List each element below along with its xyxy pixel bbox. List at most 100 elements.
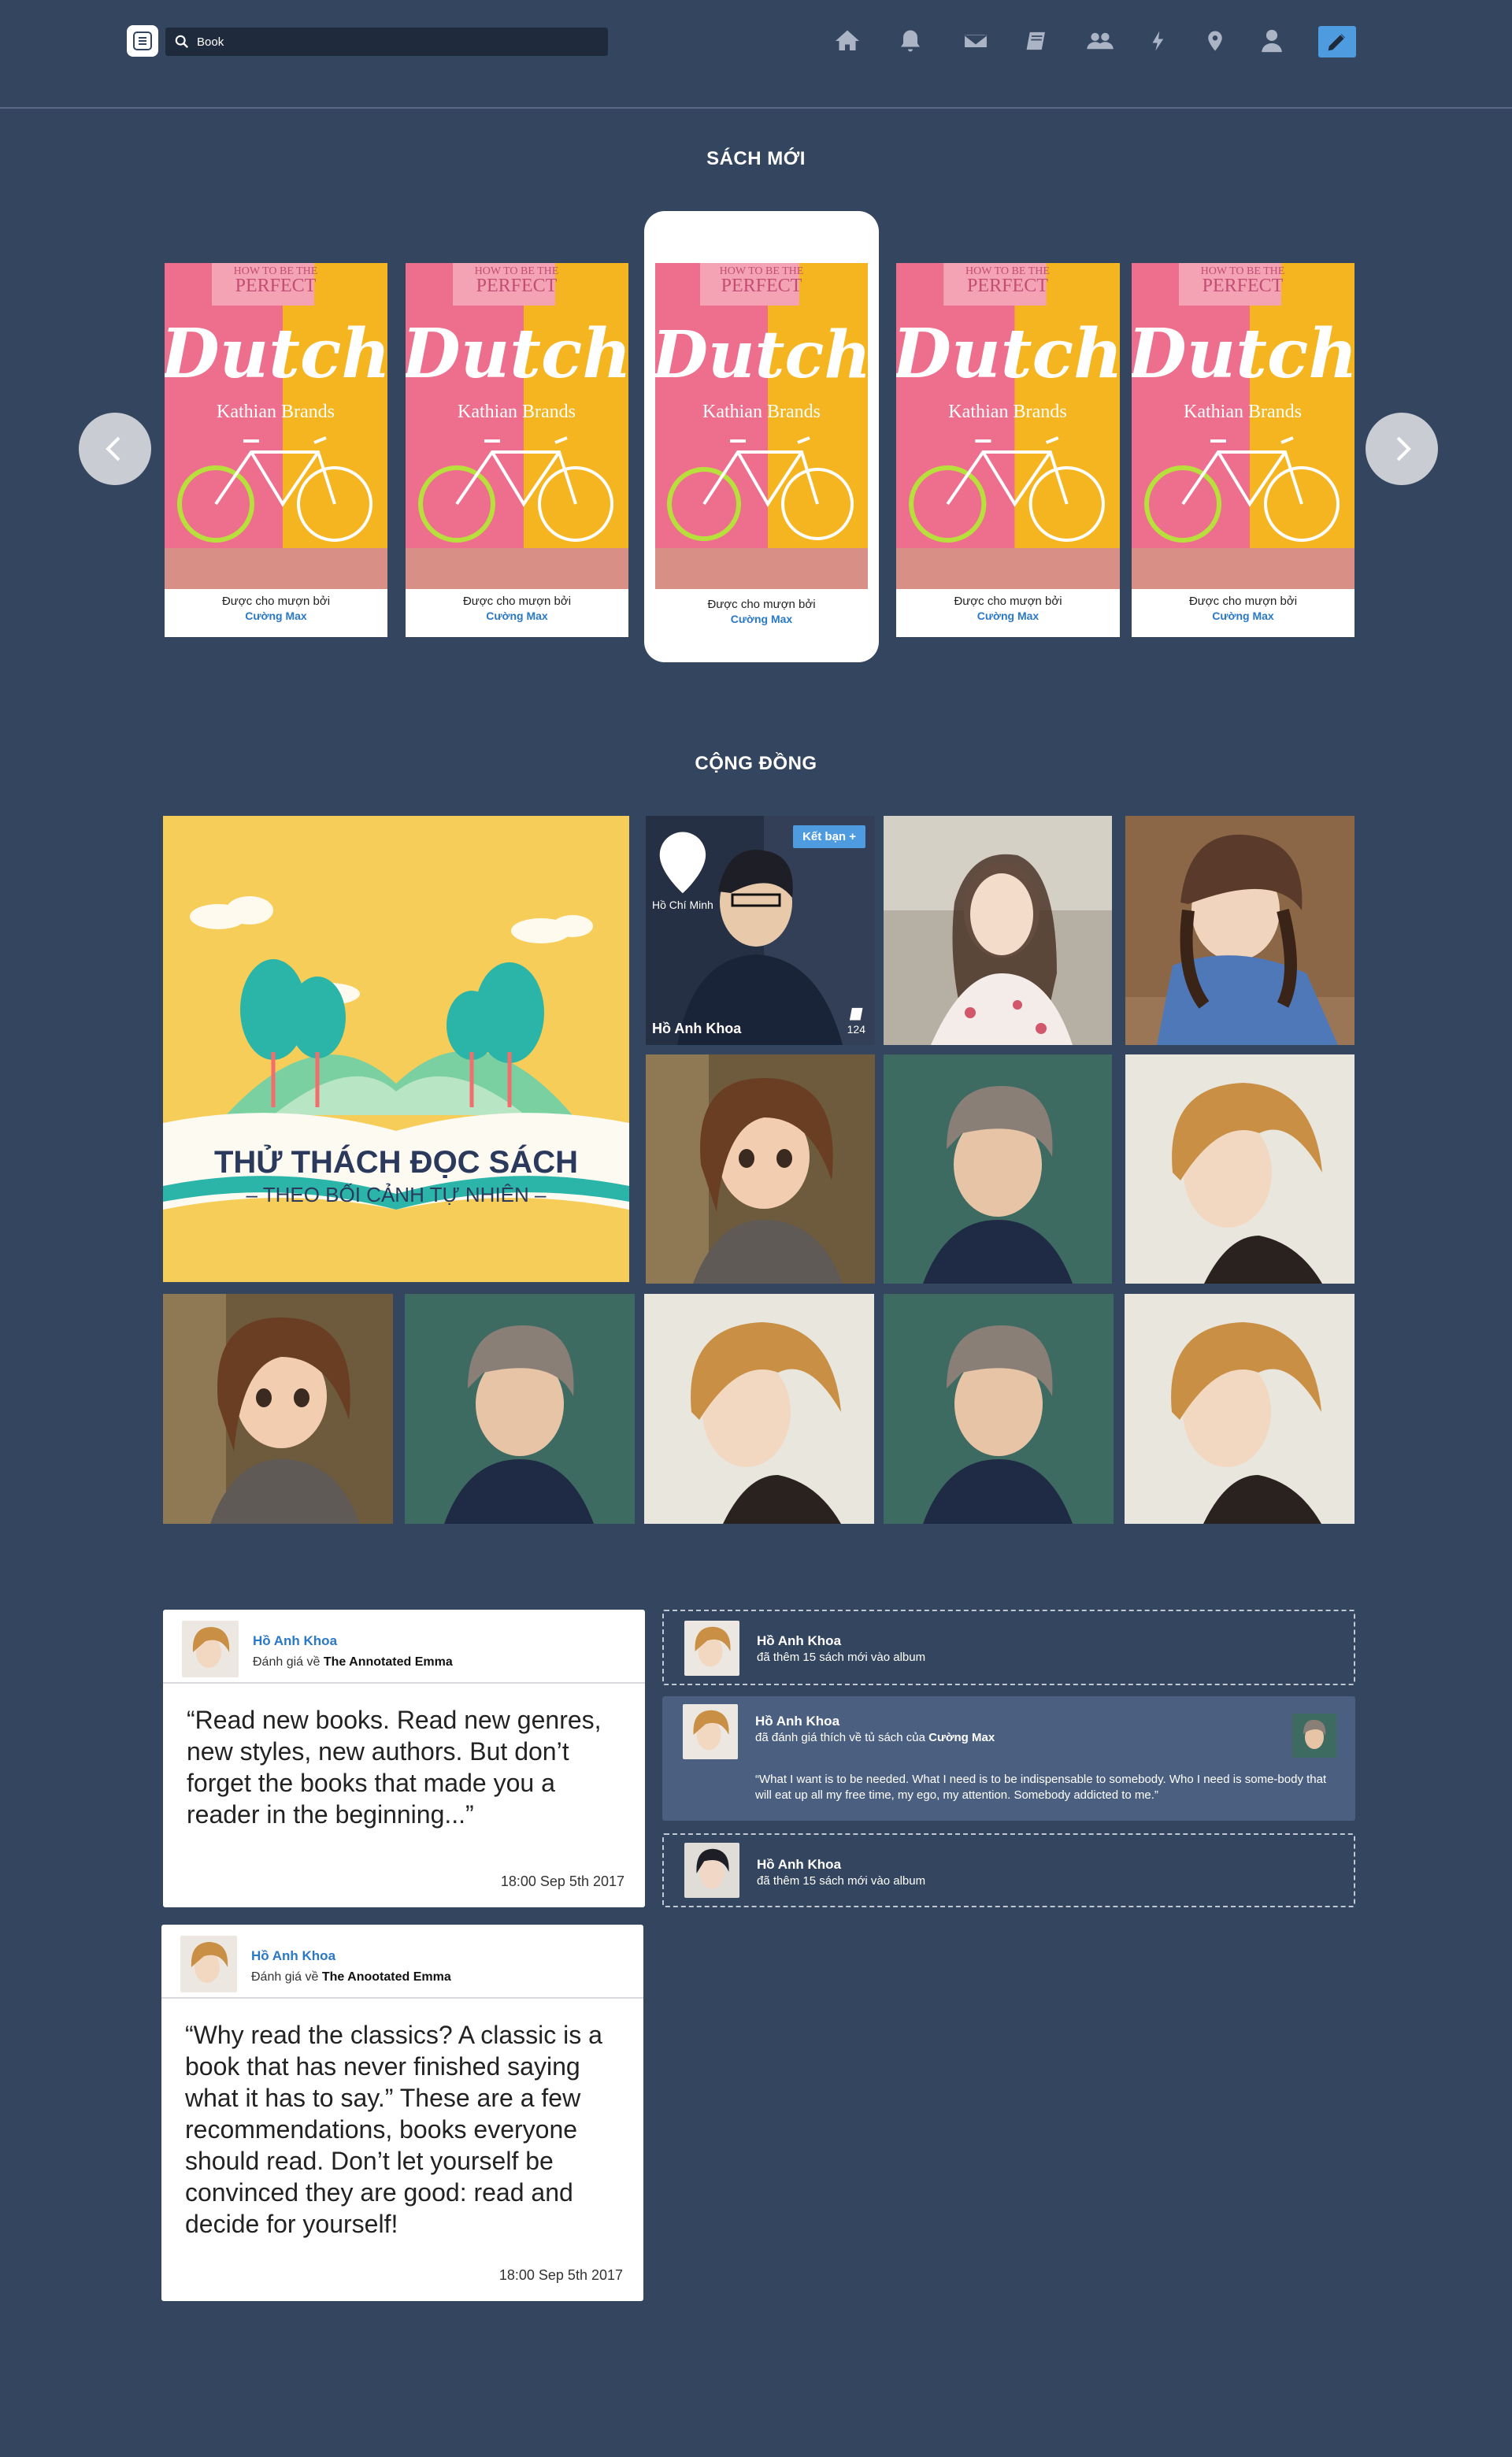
nav-notifications[interactable]: [896, 24, 925, 58]
logo-icon: [133, 32, 152, 50]
cover-title: Dutch: [406, 314, 628, 394]
member-photo-tile[interactable]: [1125, 816, 1354, 1045]
new-books-title: SÁCH MỚI: [706, 148, 806, 169]
cover-word: PERFECT: [235, 276, 317, 296]
member-photo-tile[interactable]: [646, 1054, 875, 1284]
nav-location[interactable]: [1203, 24, 1227, 58]
activity-item[interactable]: Hồ Anh Khoa đã thêm 15 sách mới vào albu…: [662, 1833, 1355, 1907]
book-cover: HOW TO BE THE PERFECT Dutch Kathian Bran…: [896, 263, 1120, 589]
member-photo-tile[interactable]: [884, 1294, 1114, 1524]
book-cover: HOW TO BE THE PERFECT Dutch Kathian Bran…: [406, 263, 628, 589]
target-avatar[interactable]: [1292, 1714, 1336, 1758]
cover-title: Dutch: [165, 314, 387, 394]
cover-author: Kathian Brands: [702, 402, 821, 422]
member-photo-tile[interactable]: [884, 816, 1112, 1045]
carousel-next-button[interactable]: [1366, 413, 1438, 485]
search-icon: [175, 35, 189, 49]
chevron-left-icon: [106, 436, 120, 461]
cover-author: Kathian Brands: [948, 402, 1066, 422]
add-friend-button[interactable]: Kết bạn +: [793, 825, 865, 848]
book-icon: [849, 1007, 863, 1021]
lender-link[interactable]: Cường Max: [165, 609, 387, 624]
nav-write[interactable]: [1318, 26, 1356, 57]
cover-word: PERFECT: [1203, 276, 1284, 296]
avatar[interactable]: [684, 1621, 739, 1676]
member-book-count: 124: [847, 1005, 865, 1036]
avatar[interactable]: [182, 1621, 239, 1677]
user-icon: [1262, 29, 1282, 53]
chevron-right-icon: [1396, 436, 1411, 461]
review-card-header: Hồ Anh Khoa Đánh giá về The Anootated Em…: [161, 1925, 643, 1999]
activity-user-name[interactable]: Hồ Anh Khoa: [757, 1633, 841, 1649]
review-card-header: Hồ Anh Khoa Đánh giá về The Annotated Em…: [163, 1610, 645, 1684]
member-photo-tile[interactable]: [405, 1294, 635, 1524]
lender-link[interactable]: Cường Max: [896, 609, 1120, 624]
book-card-featured[interactable]: HOW TO BE THE PERFECT Dutch Kathian Bran…: [644, 211, 879, 662]
avatar[interactable]: [684, 1843, 739, 1898]
review-card[interactable]: Hồ Anh Khoa Đánh giá về The Anootated Em…: [161, 1925, 643, 2301]
activity-item-highlighted[interactable]: Hồ Anh Khoa đã đánh giá thích về tủ sách…: [662, 1696, 1355, 1821]
avatar[interactable]: [180, 1936, 237, 1992]
activity-quote: “What I want is to be needed. What I nee…: [755, 1773, 1327, 1802]
challenge-illustration: [163, 816, 629, 1282]
lender-link[interactable]: Cường Max: [406, 609, 628, 624]
member-photo-tile[interactable]: [1125, 1054, 1354, 1284]
avatar[interactable]: [683, 1704, 738, 1759]
cover-title: Dutch: [896, 314, 1120, 394]
activity-text: đã thêm 15 sách mới vào album: [757, 1874, 926, 1888]
book-cover: HOW TO BE THE PERFECT Dutch Kathian Bran…: [165, 263, 387, 589]
reviewer-name[interactable]: Hồ Anh Khoa: [251, 1948, 335, 1964]
nav-library[interactable]: [1021, 24, 1052, 58]
activity-item[interactable]: Hồ Anh Khoa đã thêm 15 sách mới vào albu…: [662, 1610, 1355, 1685]
carousel-prev-button[interactable]: [79, 413, 151, 485]
group-icon: [1087, 32, 1114, 50]
community-title: CỘNG ĐỒNG: [695, 753, 817, 774]
review-timestamp: 18:00 Sep 5th 2017: [498, 2267, 623, 2283]
cover-title: Dutch: [655, 317, 868, 393]
member-photo-tile[interactable]: [644, 1294, 874, 1524]
activity-text: đã đánh giá thích về tủ sách của Cường M…: [755, 1731, 995, 1744]
review-card[interactable]: Hồ Anh Khoa Đánh giá về The Annotated Em…: [163, 1610, 645, 1907]
nav-activity[interactable]: [1147, 24, 1170, 58]
cover-word: PERFECT: [967, 276, 1048, 296]
challenge-title: THỬ THÁCH ĐỌC SÁCH: [213, 1145, 579, 1180]
member-photo-tile[interactable]: [884, 1054, 1112, 1284]
lender-link[interactable]: Cường Max: [1132, 609, 1354, 624]
nav-groups[interactable]: [1082, 24, 1118, 58]
member-photo-tile[interactable]: [163, 1294, 393, 1524]
nav-profile[interactable]: [1258, 24, 1285, 58]
book-card[interactable]: HOW TO BE THE PERFECT Dutch Kathian Bran…: [1132, 263, 1354, 637]
activity-user-name[interactable]: Hồ Anh Khoa: [755, 1714, 839, 1729]
nav-home[interactable]: [830, 24, 865, 58]
reviewer-name[interactable]: Hồ Anh Khoa: [253, 1633, 337, 1649]
book-link[interactable]: The Annotated Emma: [324, 1655, 453, 1669]
book-cover: HOW TO BE THE PERFECT Dutch Kathian Bran…: [655, 263, 868, 589]
book-card[interactable]: HOW TO BE THE PERFECT Dutch Kathian Bran…: [406, 263, 628, 637]
app-logo[interactable]: [127, 25, 158, 57]
book-caption: Được cho mượn bởi Cường Max: [896, 594, 1120, 624]
activity-text: đã thêm 15 sách mới vào album: [757, 1651, 926, 1664]
top-navigation-bar: [0, 0, 1512, 109]
challenge-subtitle: – THEO BỐI CẢNH TỰ NHIÊN –: [246, 1183, 547, 1206]
lender-link[interactable]: Cường Max: [644, 612, 879, 627]
book-caption: Được cho mượn bởi Cường Max: [406, 594, 628, 624]
mail-icon: [962, 32, 989, 50]
book-card[interactable]: HOW TO BE THE PERFECT Dutch Kathian Bran…: [896, 263, 1120, 637]
member-name[interactable]: Hồ Anh Khoa: [652, 1021, 741, 1037]
reading-challenge-banner[interactable]: THỬ THÁCH ĐỌC SÁCH – THEO BỐI CẢNH TỰ NH…: [163, 816, 629, 1282]
target-user-link[interactable]: Cường Max: [928, 1731, 995, 1744]
nav-messages[interactable]: [961, 24, 991, 58]
cover-word: PERFECT: [476, 276, 558, 296]
activity-user-name[interactable]: Hồ Anh Khoa: [757, 1857, 841, 1873]
cover-author: Kathian Brands: [458, 402, 576, 422]
book-card[interactable]: HOW TO BE THE PERFECT Dutch Kathian Bran…: [165, 263, 387, 637]
search-bar[interactable]: [165, 28, 608, 56]
cover-author: Kathian Brands: [217, 402, 335, 422]
member-photo-tile[interactable]: [1125, 1294, 1354, 1524]
member-card-featured[interactable]: Hồ Chí Minh Kết bạn + Hồ Anh Khoa 124: [646, 816, 875, 1045]
book-link[interactable]: The Anootated Emma: [322, 1970, 451, 1984]
book-caption: Được cho mượn bởi Cường Max: [644, 597, 879, 627]
cover-title: Dutch: [1132, 314, 1354, 394]
search-input[interactable]: [197, 35, 591, 49]
review-subject: Đánh giá về The Annotated Emma: [253, 1655, 453, 1669]
